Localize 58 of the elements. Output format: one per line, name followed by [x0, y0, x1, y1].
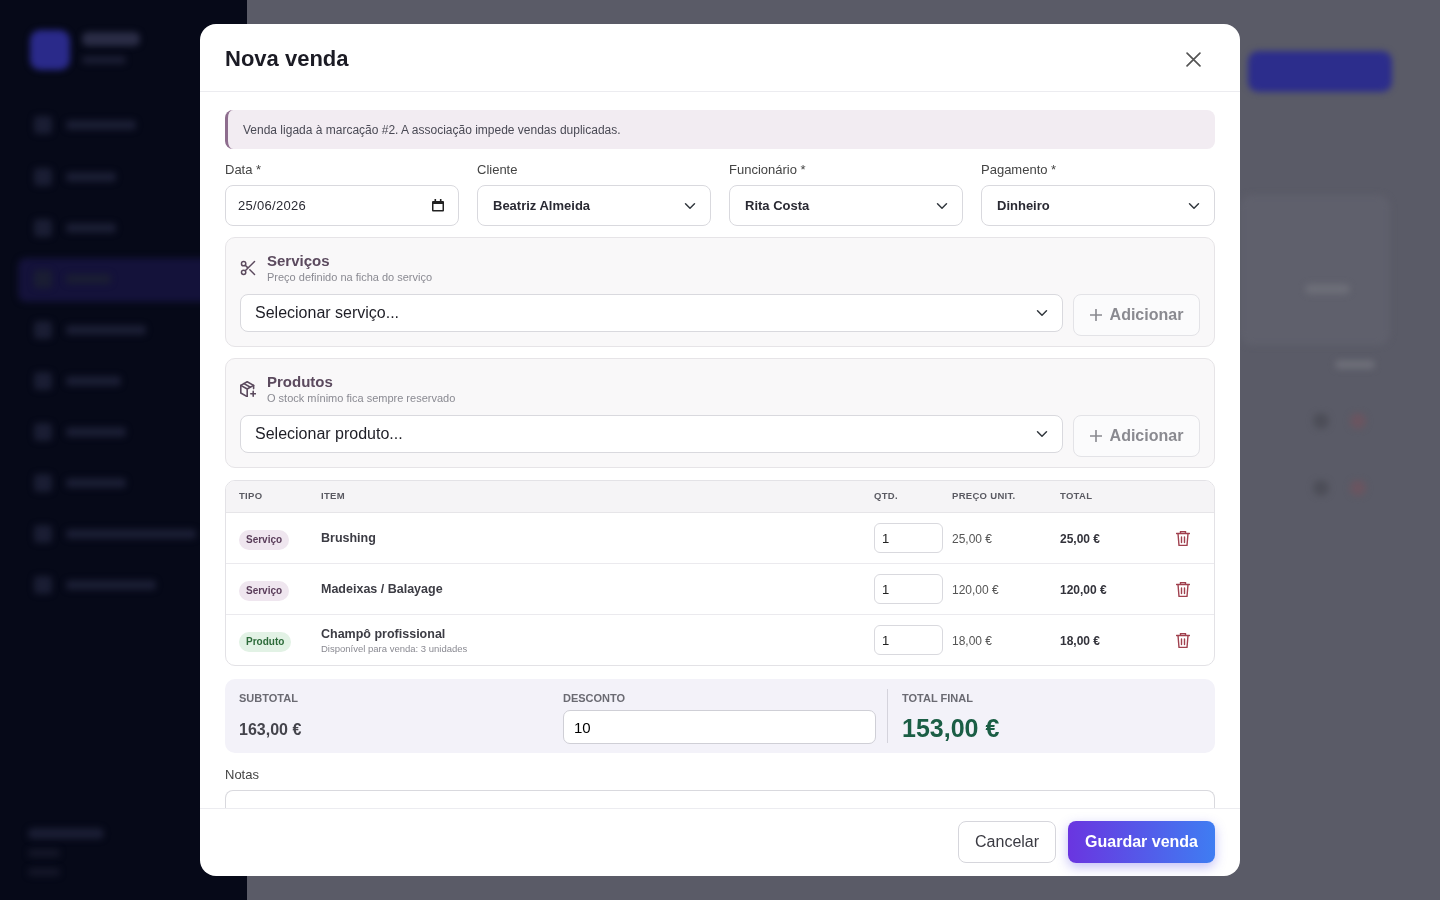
type-tag: Serviço	[239, 581, 290, 601]
item-dropdown[interactable]: Selecionar produto...	[240, 415, 1063, 453]
dropdown-field[interactable]: Rita Costa	[729, 185, 963, 226]
type-tag: Serviço	[239, 530, 290, 550]
discount-label: DESCONTO	[563, 691, 627, 705]
unit-price: 18,00 €	[952, 634, 993, 648]
dropdown-field[interactable]: Beatriz Almeida	[477, 185, 711, 226]
item-name: Champô profissional	[321, 625, 447, 642]
delete-button[interactable]	[1176, 530, 1190, 547]
info-alert: Venda ligada à marcação #2. A associação impede vendas duplicadas.	[225, 110, 1215, 149]
modal-title: Nova venda	[225, 46, 349, 73]
field-label: Cliente	[477, 162, 519, 177]
trash-icon	[1176, 582, 1190, 598]
scissors-icon	[240, 260, 256, 276]
field-label: Funcionário *	[729, 162, 807, 177]
item-name: Brushing	[321, 530, 377, 546]
quantity-field[interactable]: 1	[874, 574, 943, 604]
stock-note: Disponível para venda: 3 unidades	[321, 641, 469, 655]
quantity-field[interactable]: 1	[874, 625, 943, 655]
field-label: Pagamento *	[981, 162, 1058, 177]
column-header: TOTAL	[1060, 489, 1094, 504]
save-button[interactable]: Guardar venda	[1068, 821, 1215, 863]
subtotal-label: SUBTOTAL	[239, 691, 299, 705]
item-dropdown[interactable]: Selecionar serviço...	[240, 294, 1063, 332]
delete-button[interactable]	[1176, 581, 1190, 598]
unit-price: 120,00 €	[952, 583, 999, 597]
date-field[interactable]: 25/06/2026	[225, 185, 459, 226]
cancel-button[interactable]: Cancelar	[958, 821, 1057, 863]
section-title: Produtos	[267, 373, 334, 391]
column-header: PREÇO UNIT.	[952, 489, 1017, 504]
delete-button[interactable]	[1176, 632, 1190, 649]
item-name: Madeixas / Balayage	[321, 581, 444, 597]
notes-label: Notas	[225, 767, 260, 782]
section-subtitle: O stock mínimo fica sempre reservado	[267, 391, 456, 405]
section-subtitle: Preço definido na ficha do serviço	[267, 270, 433, 284]
total-label: TOTAL FINAL	[902, 691, 974, 705]
unit-price: 25,00 €	[952, 532, 993, 546]
line-total: 18,00 €	[1060, 634, 1101, 648]
line-total: 120,00 €	[1060, 583, 1107, 597]
subtotal-value: 163,00 €	[239, 720, 303, 740]
plus-icon	[1089, 309, 1102, 321]
column-header: TIPO	[239, 489, 264, 504]
trash-icon	[1176, 531, 1190, 547]
line-total: 25,00 €	[1060, 532, 1101, 546]
close-icon	[1186, 52, 1201, 67]
column-header: ITEM	[321, 489, 346, 504]
column-header: QTD.	[874, 489, 899, 504]
total-value: 153,00 €	[902, 713, 1000, 743]
quantity-field[interactable]: 1	[874, 523, 943, 553]
calendar-icon[interactable]	[432, 199, 444, 212]
plus-icon	[1089, 430, 1102, 442]
dropdown-field[interactable]: Dinheiro	[981, 185, 1215, 226]
trash-icon	[1176, 633, 1190, 649]
box-icon	[240, 381, 256, 397]
field-label: Data *	[225, 162, 263, 177]
type-tag: Produto	[239, 632, 292, 652]
section-title: Serviços	[267, 252, 331, 270]
discount-field[interactable]: 10	[563, 710, 876, 744]
